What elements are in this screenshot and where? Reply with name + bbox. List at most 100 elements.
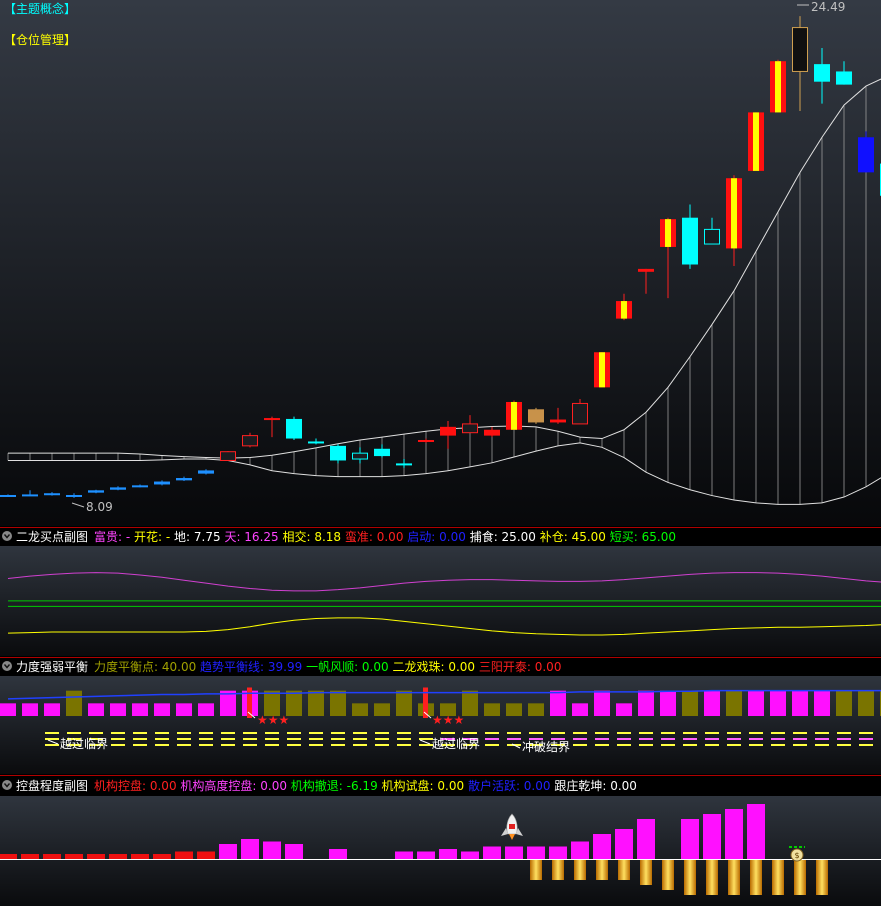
strength-bar — [704, 690, 720, 716]
main-panel-bg — [0, 0, 881, 526]
annotation-cross-1: 越过临界 — [60, 737, 108, 751]
control-bar — [285, 844, 303, 859]
candle-body-stripe — [621, 301, 627, 319]
retreat-bar — [750, 860, 762, 895]
candle-body — [814, 64, 830, 82]
svg-text:$: $ — [794, 851, 799, 860]
candle-body — [110, 487, 126, 490]
candle-body — [176, 478, 192, 481]
strength-bar — [660, 690, 676, 716]
strength-bar — [66, 690, 82, 716]
stars-2: ★★★ — [432, 713, 464, 727]
strength-bar — [836, 690, 852, 716]
candle-body — [286, 418, 302, 439]
legend-item: 机构撤退: -6.19 — [287, 778, 378, 793]
panel3-collapse-icon[interactable] — [2, 780, 12, 790]
strength-bar — [0, 703, 16, 716]
panel2-collapse-icon[interactable] — [2, 661, 12, 671]
retreat-bar — [816, 860, 828, 895]
control-bar — [21, 854, 39, 859]
candle-body — [198, 470, 214, 474]
strength-bar — [792, 690, 808, 716]
candle-body — [308, 441, 324, 444]
concept-tag[interactable]: 【主题概念】 — [4, 1, 76, 16]
control-bar — [527, 846, 545, 859]
legend-item: 趋势平衡线: 39.99 — [196, 660, 302, 674]
legend-item: 二龙戏珠: 0.00 — [389, 660, 475, 674]
control-bar — [65, 854, 83, 859]
position-tag[interactable]: 【仓位管理】 — [4, 32, 76, 47]
panel1-collapse-icon[interactable] — [2, 531, 12, 541]
retreat-bar — [794, 860, 806, 895]
candle-body — [792, 27, 808, 72]
strength-bar — [88, 703, 104, 716]
strength-bar — [154, 703, 170, 716]
candle-body — [88, 490, 104, 493]
candle-body — [154, 481, 170, 485]
legend-item: 短买: 65.00 — [606, 530, 676, 544]
candle-body — [462, 423, 478, 434]
strength-bar — [396, 690, 412, 716]
candle-body-stripe — [753, 112, 759, 171]
panel2-header: 力度强弱平衡 力度平衡点: 40.00 趋势平衡线: 39.99 一帆风顺: 0… — [2, 659, 561, 674]
strength-bar — [528, 703, 544, 716]
control-bar — [219, 844, 237, 859]
candle-body — [352, 452, 368, 460]
candle-body — [528, 409, 544, 423]
legend-item: 机构试盘: 0.00 — [378, 778, 464, 793]
legend-item: 开花: - — [130, 529, 170, 544]
panel1-title: 二龙买点副图 — [16, 530, 88, 544]
legend-item: 三阳开泰: 0.00 — [475, 660, 561, 674]
retreat-bar — [640, 860, 652, 885]
retreat-bar — [552, 860, 564, 880]
strength-bar — [594, 690, 610, 716]
retreat-bar — [684, 860, 696, 895]
panel1-legend: 富贵: - 开花: - 地: 7.75 天: 16.25 相交: 8.18 蛮准… — [94, 529, 676, 544]
high-price-label: 24.49 — [811, 0, 845, 14]
strength-bar — [44, 703, 60, 716]
strength-bar — [550, 690, 566, 716]
legend-item: 启动: 0.00 — [403, 530, 465, 544]
control-bar — [131, 854, 149, 859]
strength-bar — [374, 703, 390, 716]
low-price-label: 8.09 — [86, 500, 113, 514]
candle-body — [418, 440, 434, 442]
candle-body — [704, 228, 720, 245]
retreat-bar — [662, 860, 674, 890]
legend-item: 捕食: 25.00 — [466, 529, 536, 544]
control-bar — [263, 841, 281, 859]
control-bar — [725, 809, 743, 859]
candle-body — [396, 463, 412, 466]
strength-bar — [198, 703, 214, 716]
strength-bar — [682, 690, 698, 716]
control-bar — [439, 849, 457, 859]
control-bar — [197, 851, 215, 859]
retreat-bar — [772, 860, 784, 895]
candle-body — [374, 448, 390, 457]
legend-item: 相交: 8.18 — [279, 529, 341, 544]
control-bar — [681, 819, 699, 859]
legend-item: 天: 16.25 — [221, 530, 279, 544]
legend-item: 富贵: - — [94, 529, 130, 544]
strength-bar — [462, 690, 478, 716]
strength-bar — [352, 703, 368, 716]
legend-item: 地: 7.75 — [170, 530, 220, 544]
control-bar — [0, 854, 17, 859]
panel3-header: 控盘程度副图 机构控盘: 0.00 机构高度控盘: 0.00 机构撤退: -6.… — [2, 778, 637, 793]
candle-body — [242, 435, 258, 447]
strength-bar — [308, 690, 324, 716]
control-bar — [549, 846, 567, 859]
stars-1: ★★★ — [257, 713, 289, 727]
control-bar — [505, 846, 523, 859]
strength-bar — [506, 703, 522, 716]
control-bar — [483, 846, 501, 859]
panel2-legend: 力度平衡点: 40.00 趋势平衡线: 39.99 一帆风顺: 0.00 二龙戏… — [94, 659, 561, 674]
control-bar — [153, 854, 171, 859]
control-bar — [241, 839, 259, 859]
control-bar — [87, 854, 105, 859]
candle-body — [0, 494, 16, 497]
annotation-cross-2: 越过临界 — [432, 737, 480, 751]
control-bar — [461, 851, 479, 859]
strength-bar — [616, 703, 632, 716]
candle-body — [682, 217, 698, 265]
